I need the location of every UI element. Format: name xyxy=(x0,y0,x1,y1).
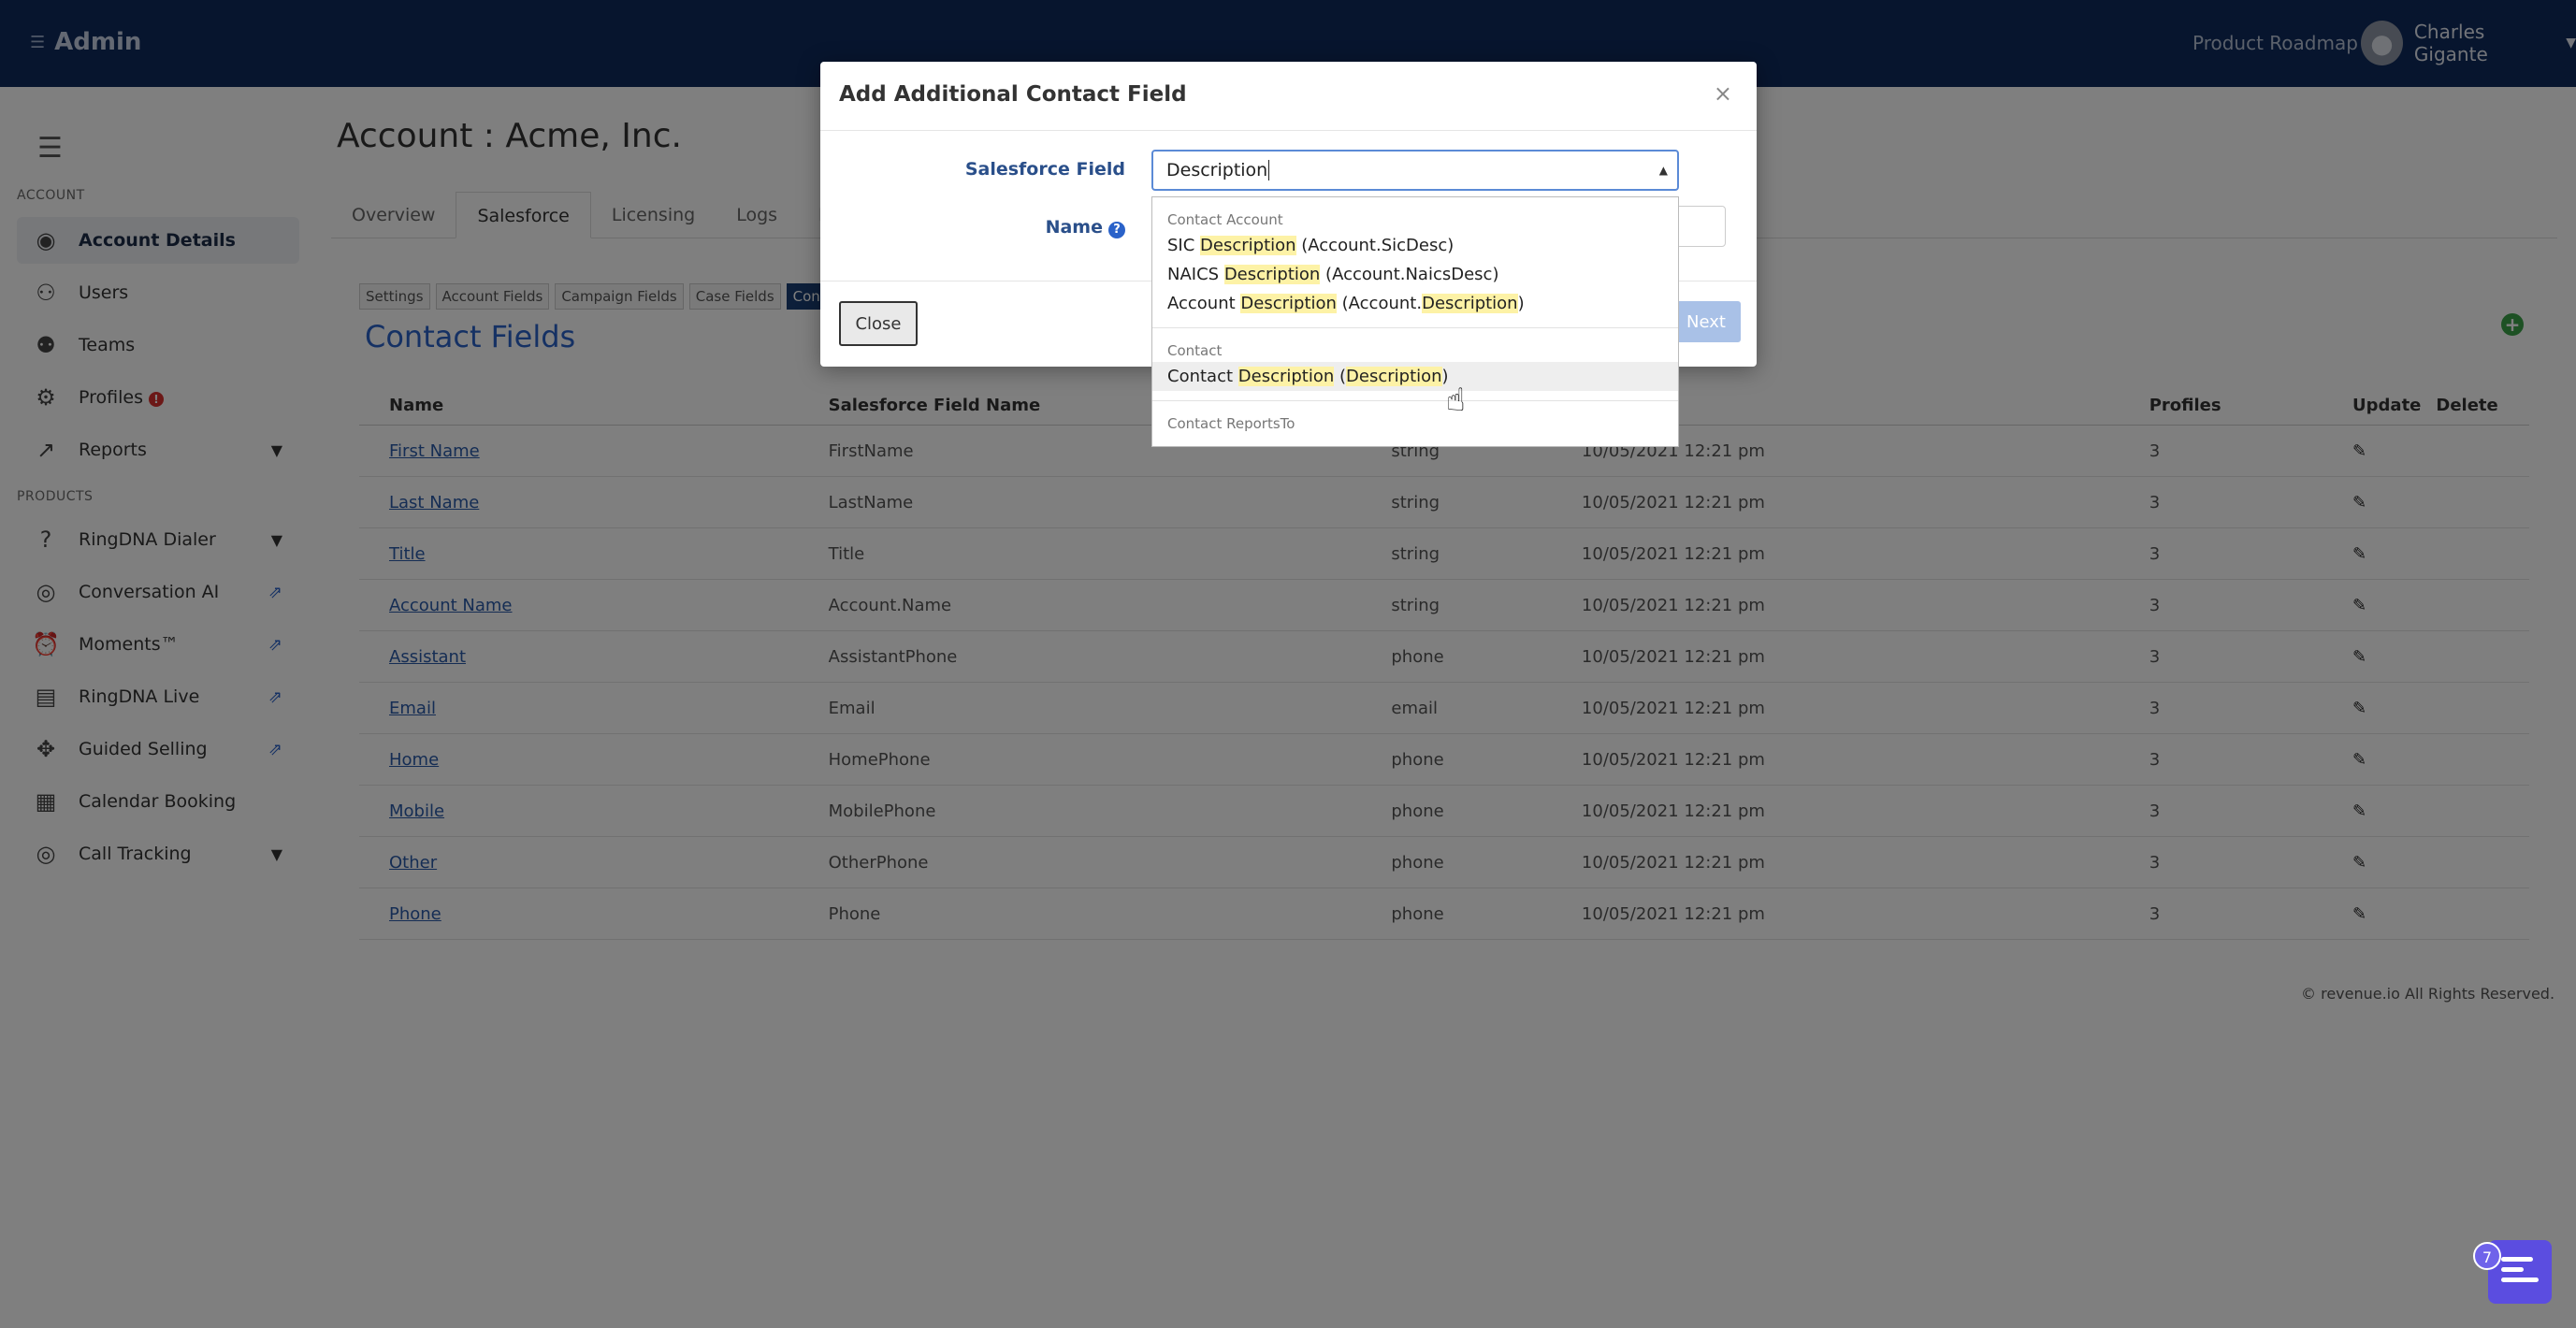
salesforce-field-value: Description xyxy=(1166,160,1268,180)
salesforce-field-select[interactable]: Description ▲ xyxy=(1151,150,1679,191)
dropdown-divider xyxy=(1152,400,1678,401)
dropdown-group-label: Contact ReportsTo xyxy=(1167,415,1295,432)
menu-bars-icon xyxy=(2501,1257,2539,1287)
close-icon[interactable]: × xyxy=(1714,80,1732,107)
help-icon[interactable]: ? xyxy=(1108,222,1125,238)
dropdown-option[interactable]: Account Description (Account.Description… xyxy=(1152,289,1678,318)
salesforce-field-dropdown: Contact Account SIC Description (Account… xyxy=(1151,196,1679,447)
dropdown-option[interactable]: SIC Description (Account.SicDesc) xyxy=(1152,231,1678,260)
dropdown-group-label: Contact Account xyxy=(1167,211,1283,228)
dropdown-group-label: Contact xyxy=(1167,342,1223,359)
name-label: Name? xyxy=(845,217,1125,238)
dropdown-option[interactable]: NAICS Description (Account.NaicsDesc) xyxy=(1152,260,1678,289)
close-button[interactable]: Close xyxy=(839,301,918,346)
caret-up-icon: ▲ xyxy=(1658,164,1668,177)
modal-header: Add Additional Contact Field × xyxy=(820,62,1757,131)
notification-count-badge: 7 xyxy=(2473,1242,2501,1270)
next-button[interactable]: Next xyxy=(1672,301,1741,342)
dropdown-divider xyxy=(1152,327,1678,328)
dropdown-option-hovered[interactable]: Contact Description (Description) xyxy=(1152,362,1678,391)
salesforce-field-label: Salesforce Field xyxy=(964,159,1125,180)
hand-cursor-icon: ☝ xyxy=(1446,382,1466,419)
modal-title: Add Additional Contact Field xyxy=(839,82,1187,107)
